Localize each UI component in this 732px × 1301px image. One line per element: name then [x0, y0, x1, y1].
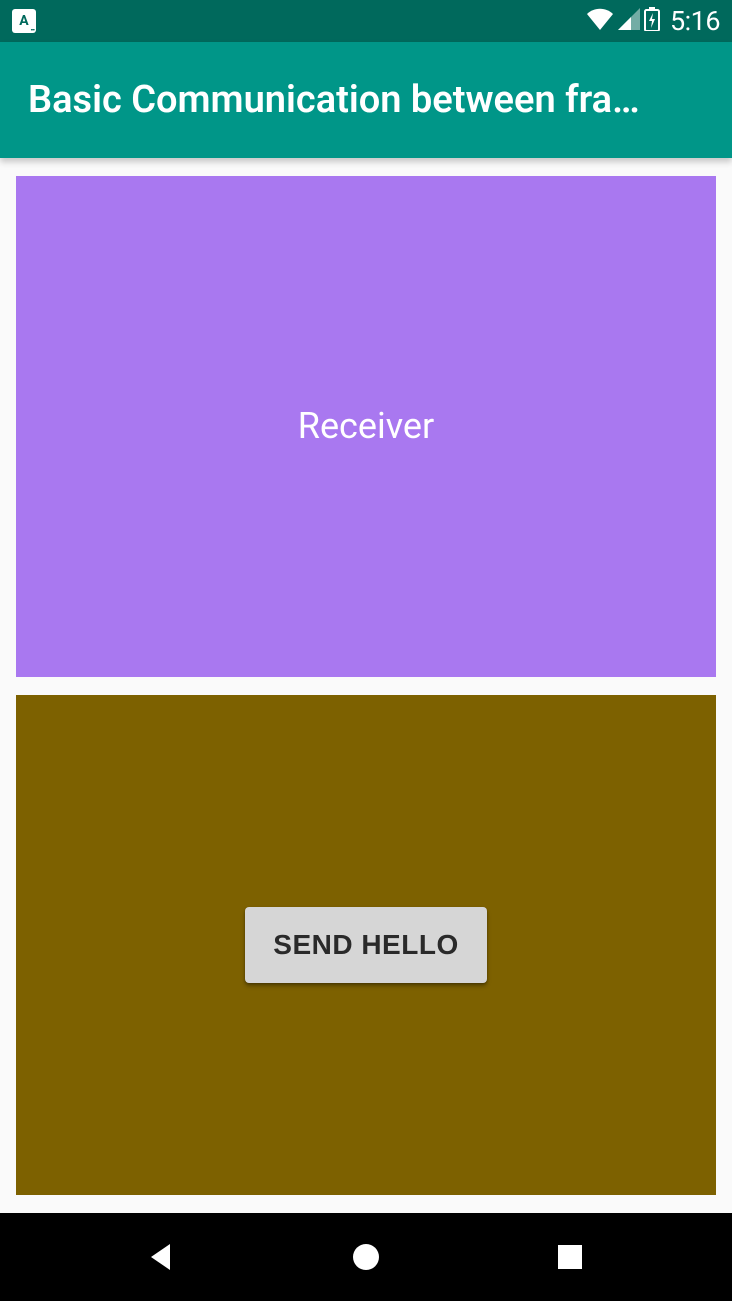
status-right: 5:16	[586, 5, 720, 37]
keyboard-indicator-letter: A	[19, 13, 28, 29]
status-left: A	[12, 9, 36, 33]
wifi-icon	[586, 8, 614, 34]
clock: 5:16	[670, 5, 720, 37]
back-triangle-icon	[145, 1240, 179, 1274]
action-bar: Basic Communication between fra…	[0, 42, 732, 158]
send-hello-button[interactable]: SEND HELLO	[245, 907, 486, 983]
home-button[interactable]	[344, 1235, 388, 1279]
receiver-label: Receiver	[298, 405, 434, 447]
home-circle-icon	[350, 1241, 382, 1273]
receiver-fragment: Receiver	[16, 176, 716, 677]
sender-fragment: SEND HELLO	[16, 695, 716, 1196]
keyboard-indicator-icon: A	[12, 9, 36, 33]
status-bar: A 5:16	[0, 0, 732, 42]
cell-signal-icon	[618, 8, 640, 34]
back-button[interactable]	[140, 1235, 184, 1279]
navigation-bar	[0, 1213, 732, 1301]
recent-square-icon	[556, 1243, 584, 1271]
app-title: Basic Communication between fra…	[28, 78, 640, 122]
battery-charging-icon	[644, 7, 660, 35]
content-area: Receiver SEND HELLO	[0, 158, 732, 1213]
recent-apps-button[interactable]	[548, 1235, 592, 1279]
